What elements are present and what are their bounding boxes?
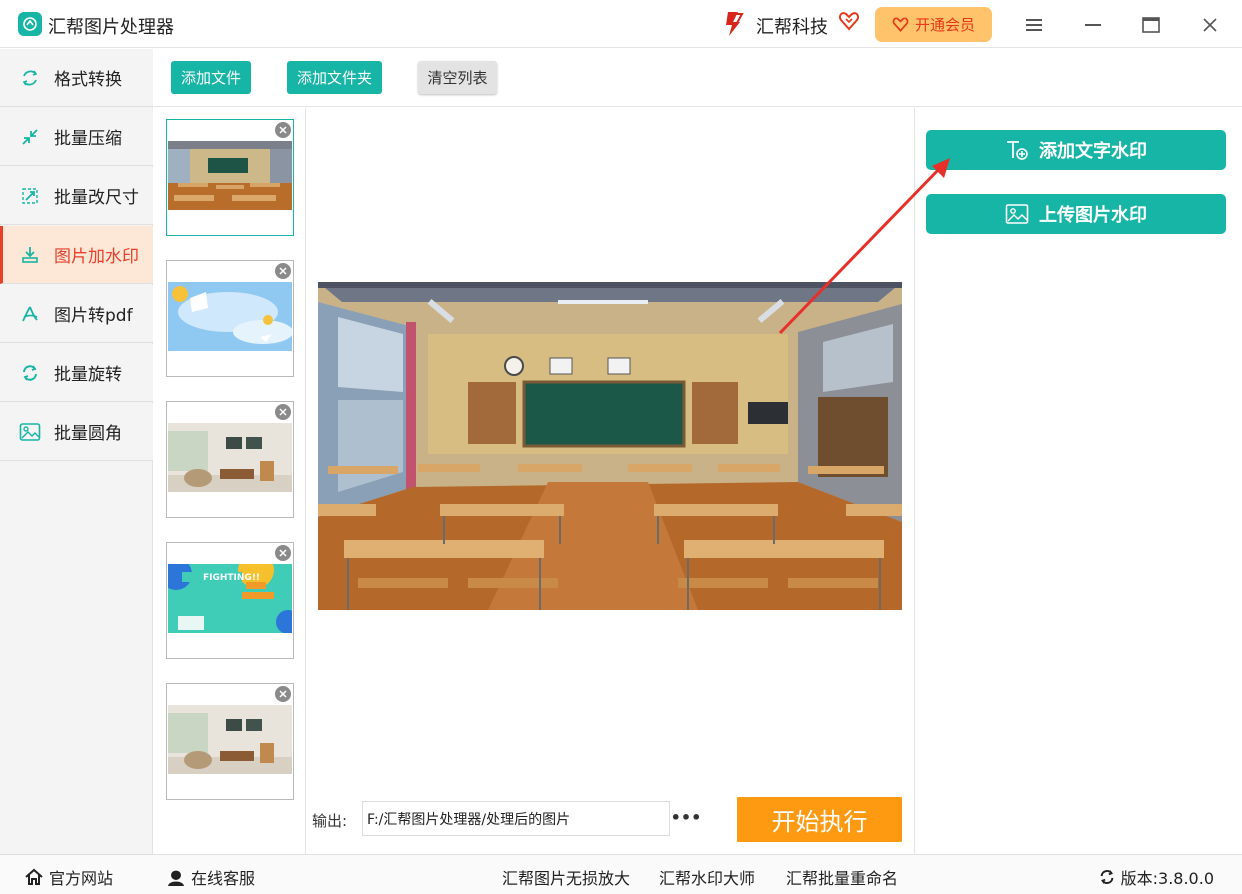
text-add-icon — [1007, 141, 1028, 160]
sky-thumbnail-image — [168, 282, 292, 351]
refresh-icon — [1100, 870, 1114, 884]
official-website-link[interactable]: 官方网站 — [24, 865, 113, 889]
remove-thumbnail-icon[interactable] — [275, 122, 291, 138]
footer-link-batch-rename[interactable]: 汇帮批量重命名 — [786, 865, 898, 889]
fighting-banner-thumbnail-image: FIGHTING!! — [168, 564, 292, 633]
thumbnail-item[interactable] — [166, 119, 294, 236]
sidebar-item-round-corner[interactable]: 批量圆角 — [0, 403, 153, 461]
upload-image-watermark-button[interactable]: 上传图片水印 — [926, 194, 1226, 234]
thumbnail-item[interactable] — [166, 260, 294, 377]
sidebar-item-format-convert[interactable]: 格式转换 — [0, 49, 153, 107]
living-room-thumbnail-image — [168, 423, 292, 492]
thumbnail-item[interactable] — [166, 401, 294, 518]
online-support-link[interactable]: 在线客服 — [166, 865, 255, 889]
sidebar-item-label: 批量改尺寸 — [54, 188, 139, 208]
add-text-watermark-button[interactable]: 添加文字水印 — [926, 130, 1226, 170]
browse-output-button[interactable]: ••• — [671, 806, 702, 828]
add-folder-button[interactable]: 添加文件夹 — [287, 61, 382, 94]
footer-link-watermark-master[interactable]: 汇帮水印大师 — [659, 865, 755, 889]
sidebar-item-label: 图片加水印 — [54, 247, 139, 267]
add-text-watermark-label: 添加文字水印 — [1039, 141, 1147, 162]
version-info: 版本:3.8.0.0 — [1098, 865, 1214, 889]
compress-icon — [19, 126, 41, 148]
start-button[interactable]: 开始执行 — [737, 797, 902, 842]
heart-icon — [838, 10, 860, 36]
remove-thumbnail-icon[interactable] — [275, 263, 291, 279]
footer: 官方网站 在线客服 汇帮图片无损放大 汇帮水印大师 汇帮批量重命名 版本:3.8… — [0, 854, 1242, 894]
sidebar-item-compress[interactable]: 批量压缩 — [0, 108, 153, 166]
rotate-icon — [19, 362, 41, 384]
sidebar-item-label: 格式转换 — [54, 70, 122, 90]
classroom-thumbnail-image — [168, 141, 292, 210]
round-corner-icon — [19, 421, 41, 443]
thumbnail-list: FIGHTING!! — [154, 108, 306, 854]
sidebar-item-watermark[interactable]: 图片加水印 — [0, 226, 153, 284]
preview-pane: 输出: ••• 开始执行 — [307, 108, 914, 854]
sidebar-item-label: 批量旋转 — [54, 365, 122, 385]
sidebar-item-to-pdf[interactable]: 图片转pdf — [0, 285, 153, 343]
online-support-label: 在线客服 — [191, 869, 256, 888]
output-path-input[interactable] — [362, 801, 670, 836]
sidebar-item-label: 批量压缩 — [54, 129, 122, 149]
title-bar: 汇帮图片处理器 汇帮科技 开通会员 — [0, 0, 1242, 48]
sidebar-item-resize[interactable]: 批量改尺寸 — [0, 167, 153, 225]
svg-text:FIGHTING!!: FIGHTING!! — [203, 573, 260, 583]
menu-icon[interactable] — [1021, 12, 1047, 38]
watermark-icon — [19, 244, 41, 266]
version-label: 版本:3.8.0.0 — [1120, 869, 1214, 888]
vip-button-label: 开通会员 — [914, 16, 975, 34]
resize-icon — [19, 185, 41, 207]
sidebar: 格式转换 批量压缩 批量改尺寸 图片加水印 图片转pdf 批量旋转 批量圆角 — [0, 49, 153, 854]
add-file-button[interactable]: 添加文件 — [171, 61, 251, 94]
home-icon — [25, 868, 43, 885]
maximize-icon[interactable] — [1138, 12, 1164, 38]
upload-image-watermark-label: 上传图片水印 — [1039, 205, 1147, 226]
thumbnail-item[interactable] — [166, 683, 294, 800]
official-website-label: 官方网站 — [49, 869, 114, 888]
vip-button[interactable]: 开通会员 — [875, 7, 992, 42]
format-convert-icon — [19, 67, 41, 89]
app-title: 汇帮图片处理器 — [48, 17, 174, 38]
preview-image — [318, 282, 902, 610]
sidebar-item-label: 图片转pdf — [54, 306, 133, 326]
close-window-icon[interactable] — [1197, 12, 1223, 38]
thumbnail-item[interactable]: FIGHTING!! — [166, 542, 294, 659]
remove-thumbnail-icon[interactable] — [275, 545, 291, 561]
image-icon — [1005, 204, 1029, 224]
minimize-icon[interactable] — [1080, 12, 1106, 38]
toolbar: 添加文件 添加文件夹 清空列表 — [154, 49, 1242, 107]
remove-thumbnail-icon[interactable] — [275, 686, 291, 702]
footer-link-upscale[interactable]: 汇帮图片无损放大 — [502, 865, 630, 889]
app-window: 汇帮图片处理器 汇帮科技 开通会员 格式转换 批量压缩 批量改尺寸 图片加水印 … — [0, 0, 1242, 894]
app-logo-icon — [18, 12, 42, 36]
watermark-panel: 添加文字水印 上传图片水印 — [914, 108, 1242, 854]
vip-heart-icon — [892, 17, 909, 32]
sidebar-item-label: 批量圆角 — [54, 424, 122, 444]
output-label: 输出: — [312, 812, 348, 830]
pdf-icon — [19, 303, 41, 325]
brand-logo-icon — [720, 10, 748, 42]
clear-list-button[interactable]: 清空列表 — [418, 61, 497, 94]
brand-name: 汇帮科技 — [756, 17, 828, 38]
support-icon — [168, 869, 184, 886]
sidebar-item-rotate[interactable]: 批量旋转 — [0, 344, 153, 402]
remove-thumbnail-icon[interactable] — [275, 404, 291, 420]
living-room-thumbnail-image — [168, 705, 292, 774]
